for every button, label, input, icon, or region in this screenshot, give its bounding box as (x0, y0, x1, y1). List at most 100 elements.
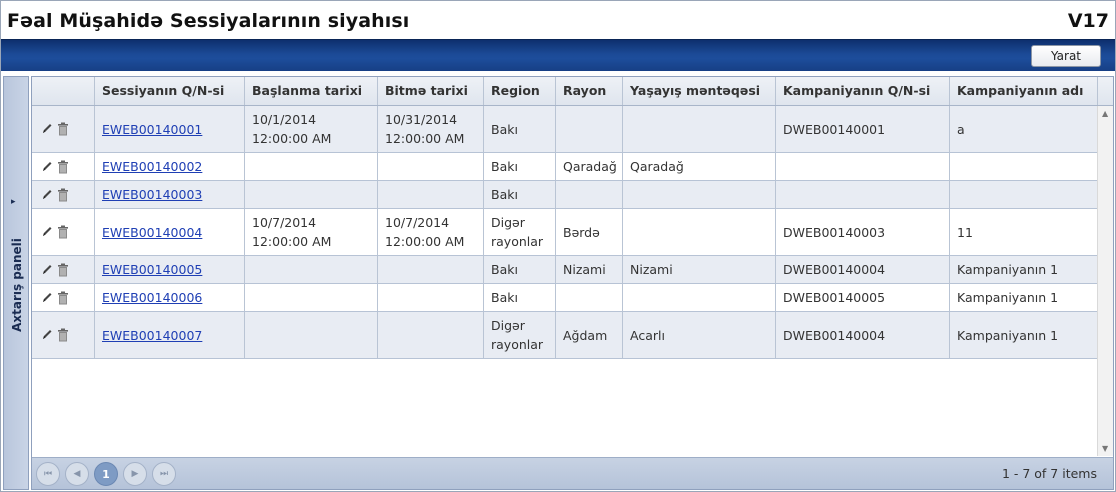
settlement-cell (622, 181, 775, 208)
end-date-cell: 10/7/2014 12:00:00 AM (377, 209, 483, 255)
region-cell: Bakı (483, 181, 555, 208)
column-header-rayon[interactable]: Rayon (555, 77, 622, 105)
trash-icon[interactable] (57, 291, 69, 305)
pager-info: 1 - 7 of 7 items (1001, 466, 1097, 481)
next-page-button[interactable]: ▶ (123, 462, 147, 486)
rayon-cell: Bərdə (555, 209, 622, 255)
settlement-cell: Acarlı (622, 312, 775, 358)
first-page-button[interactable]: ⏮ (36, 462, 60, 486)
end-date-cell (377, 284, 483, 311)
create-button[interactable]: Yarat (1031, 45, 1101, 67)
pager: ⏮ ◀ 1 ▶ ⏭ 1 - 7 of 7 items (32, 457, 1113, 489)
title-bar: Fəal Müşahidə Sessiyalarının siyahısı V1… (1, 1, 1115, 39)
campaign-id-cell (775, 153, 949, 180)
session-id-cell: EWEB00140002 (94, 153, 244, 180)
pencil-icon[interactable] (41, 328, 53, 342)
table-row: EWEB00140002 Bakı Qaradağ Qaradağ (32, 153, 1097, 181)
campaign-id-cell: DWEB00140005 (775, 284, 949, 311)
current-page-button[interactable]: 1 (94, 462, 118, 486)
scroll-column-header (1097, 77, 1113, 105)
pencil-icon[interactable] (41, 188, 53, 202)
grid-header: Sessiyanın Q/N-si Başlanma tarixi Bitmə … (32, 77, 1113, 106)
session-id-cell: EWEB00140004 (94, 209, 244, 255)
actions-column-header (32, 77, 94, 105)
trash-icon[interactable] (57, 160, 69, 174)
search-panel-label: Axtarış paneli (10, 238, 24, 332)
row-actions (32, 312, 94, 358)
pencil-icon[interactable] (41, 225, 53, 239)
column-header-settlement[interactable]: Yaşayış məntəqəsi (622, 77, 775, 105)
start-date-cell (244, 153, 377, 180)
column-header-start-date[interactable]: Başlanma tarixi (244, 77, 377, 105)
table-row: EWEB00140001 10/1/2014 12:00:00 AM 10/31… (32, 106, 1097, 153)
column-header-end-date[interactable]: Bitmə tarixi (377, 77, 483, 105)
campaign-id-cell: DWEB00140001 (775, 106, 949, 152)
row-actions (32, 256, 94, 283)
session-link[interactable]: EWEB00140002 (102, 157, 202, 176)
start-date-cell (244, 256, 377, 283)
settlement-cell (622, 209, 775, 255)
rayon-cell (555, 106, 622, 152)
version-label: V17 (1067, 10, 1109, 32)
settlement-cell: Qaradağ (622, 153, 775, 180)
start-date-cell (244, 312, 377, 358)
region-cell: Bakı (483, 256, 555, 283)
pencil-icon[interactable] (41, 122, 53, 136)
session-link[interactable]: EWEB00140004 (102, 223, 202, 242)
settlement-cell (622, 284, 775, 311)
start-date-cell (244, 181, 377, 208)
region-cell: Bakı (483, 106, 555, 152)
column-header-region[interactable]: Region (483, 77, 555, 105)
campaign-name-cell: Kampaniyanın 1 (949, 256, 1097, 283)
row-actions (32, 153, 94, 180)
table-row: EWEB00140006 Bakı DWEB00140005 Kampaniya… (32, 284, 1097, 312)
end-date-cell (377, 153, 483, 180)
pencil-icon[interactable] (41, 160, 53, 174)
campaign-name-cell: a (949, 106, 1097, 152)
scroll-up-arrow-icon[interactable]: ▲ (1102, 109, 1108, 118)
campaign-id-cell: DWEB00140004 (775, 256, 949, 283)
trash-icon[interactable] (57, 188, 69, 202)
pencil-icon[interactable] (41, 291, 53, 305)
last-page-button[interactable]: ⏭ (152, 462, 176, 486)
trash-icon[interactable] (57, 328, 69, 342)
table-row: EWEB00140004 10/7/2014 12:00:00 AM 10/7/… (32, 209, 1097, 256)
campaign-name-cell: Kampaniyanın 1 (949, 284, 1097, 311)
session-id-cell: EWEB00140005 (94, 256, 244, 283)
trash-icon[interactable] (57, 122, 69, 136)
session-id-cell: EWEB00140007 (94, 312, 244, 358)
pencil-icon[interactable] (41, 263, 53, 277)
column-header-session-id[interactable]: Sessiyanın Q/N-si (94, 77, 244, 105)
end-date-cell (377, 256, 483, 283)
trash-icon[interactable] (57, 225, 69, 239)
session-id-cell: EWEB00140003 (94, 181, 244, 208)
page-title: Fəal Müşahidə Sessiyalarının siyahısı (7, 10, 410, 32)
session-link[interactable]: EWEB00140006 (102, 288, 202, 307)
row-actions (32, 106, 94, 152)
window-frame: Fəal Müşahidə Sessiyalarının siyahısı V1… (0, 0, 1116, 492)
end-date-cell: 10/31/2014 12:00:00 AM (377, 106, 483, 152)
start-date-cell: 10/7/2014 12:00:00 AM (244, 209, 377, 255)
session-link[interactable]: EWEB00140003 (102, 185, 202, 204)
rayon-cell (555, 284, 622, 311)
settlement-cell (622, 106, 775, 152)
scroll-down-arrow-icon[interactable]: ▼ (1102, 444, 1108, 453)
region-cell: Digər rayonlar (483, 312, 555, 358)
column-header-campaign-id[interactable]: Kampaniyanın Q/N-si (775, 77, 949, 105)
vertical-scrollbar[interactable]: ▲ ▼ (1097, 106, 1113, 456)
region-cell: Bakı (483, 284, 555, 311)
trash-icon[interactable] (57, 263, 69, 277)
prev-page-button[interactable]: ◀ (65, 462, 89, 486)
session-link[interactable]: EWEB00140005 (102, 260, 202, 279)
start-date-cell (244, 284, 377, 311)
region-cell: Digər rayonlar (483, 209, 555, 255)
campaign-id-cell: DWEB00140003 (775, 209, 949, 255)
sessions-grid: Sessiyanın Q/N-si Başlanma tarixi Bitmə … (31, 76, 1114, 490)
table-row: EWEB00140005 Bakı Nizami Nizami DWEB0014… (32, 256, 1097, 284)
search-panel-toggle[interactable]: ▸ Axtarış paneli (3, 76, 29, 490)
session-link[interactable]: EWEB00140007 (102, 326, 202, 345)
session-link[interactable]: EWEB00140001 (102, 120, 202, 139)
campaign-id-cell (775, 181, 949, 208)
expand-arrow-icon: ▸ (11, 197, 16, 207)
column-header-campaign-name[interactable]: Kampaniyanın adı (949, 77, 1097, 105)
